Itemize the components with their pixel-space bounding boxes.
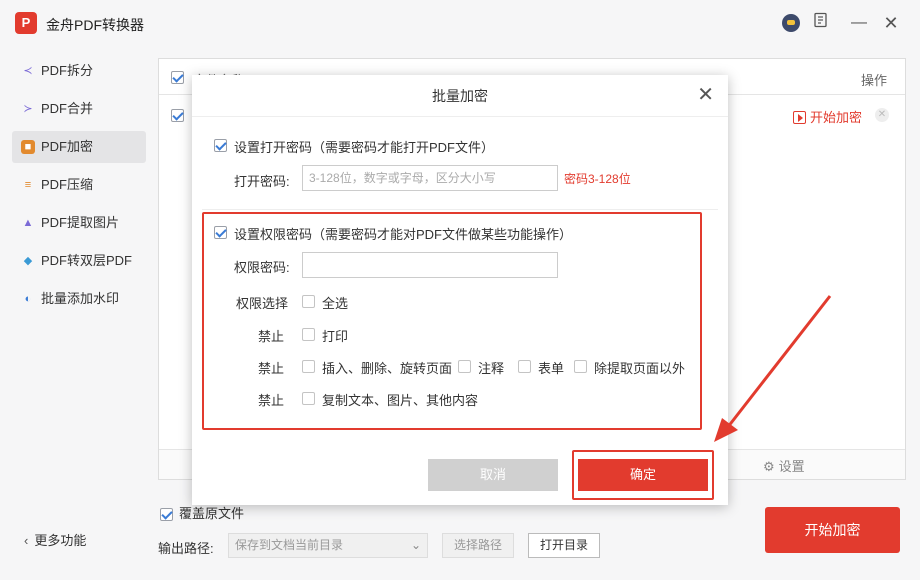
pointer-arrow	[714, 295, 832, 442]
